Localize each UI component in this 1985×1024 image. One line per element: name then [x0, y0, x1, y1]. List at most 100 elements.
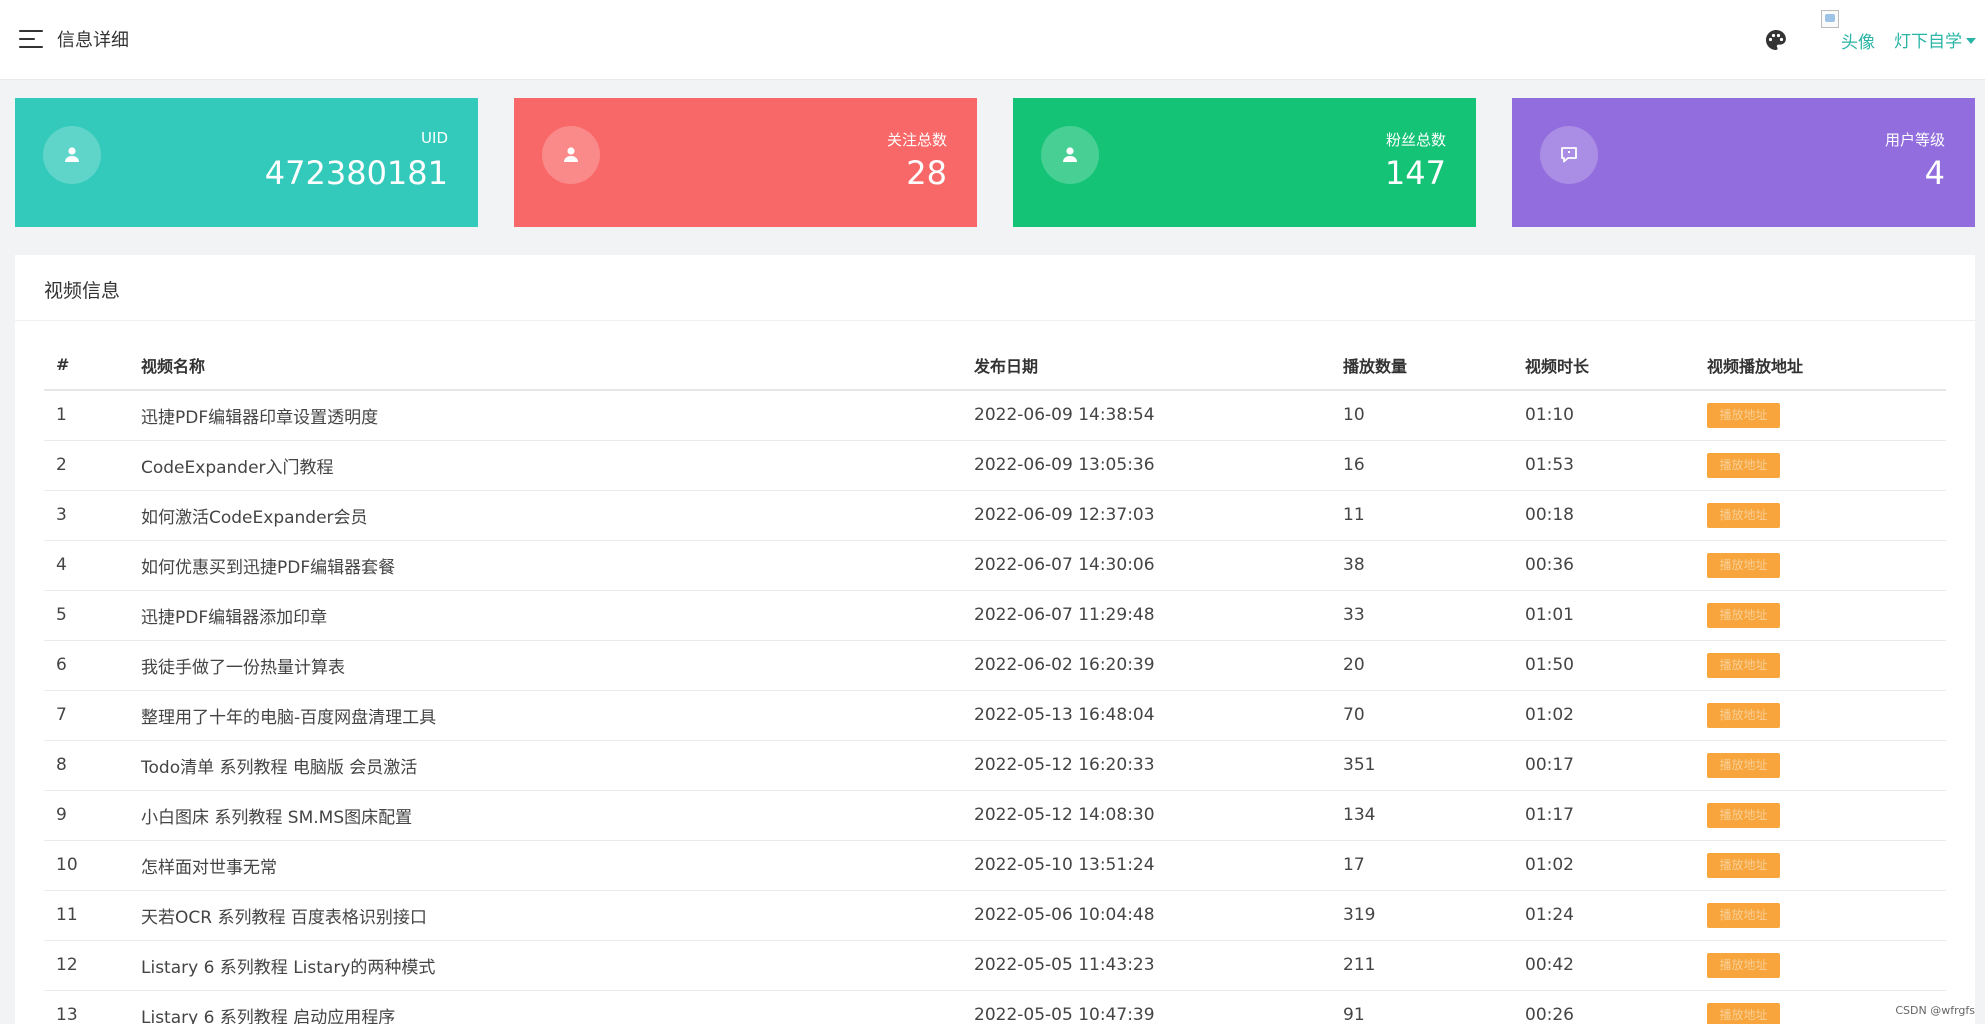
- avatar-alt-text: 头像: [1841, 33, 1875, 53]
- video-name: CodeExpander入门教程: [129, 440, 962, 491]
- table-row: 1 迅捷PDF编辑器印章设置透明度 2022-06-09 14:38:54 10…: [44, 390, 1946, 441]
- stat-value: 28: [906, 154, 947, 192]
- row-number: 6: [44, 640, 129, 691]
- palette-icon[interactable]: [1764, 28, 1788, 52]
- stat-value: 472380181: [264, 154, 448, 192]
- play-link-button[interactable]: 播放地址: [1707, 902, 1780, 928]
- publish-date: 2022-05-13 16:48:04: [962, 690, 1331, 741]
- play-count: 10: [1331, 390, 1513, 441]
- publish-date: 2022-05-06 10:04:48: [962, 890, 1331, 941]
- play-link-cell: 播放地址: [1695, 890, 1946, 941]
- table-row: 4 如何优惠买到迅捷PDF编辑器套餐 2022-06-07 14:30:06 3…: [44, 540, 1946, 591]
- video-table: # 视频名称 发布日期 播放数量 视频时长 视频播放地址 1 迅捷PDF编辑器印…: [44, 340, 1946, 1024]
- row-number: 12: [44, 940, 129, 991]
- publish-date: 2022-06-09 12:37:03: [962, 490, 1331, 541]
- play-count: 33: [1331, 590, 1513, 641]
- row-number: 13: [44, 990, 129, 1024]
- video-duration: 01:02: [1513, 840, 1695, 891]
- stat-label: 用户等级: [1884, 131, 1945, 149]
- play-link-cell: 播放地址: [1695, 490, 1946, 541]
- table-row: 8 Todo清单 系列教程 电脑版 会员激活 2022-05-12 16:20:…: [44, 740, 1946, 791]
- play-count: 134: [1331, 790, 1513, 841]
- publish-date: 2022-06-02 16:20:39: [962, 640, 1331, 691]
- video-duration: 01:53: [1513, 440, 1695, 491]
- play-link-cell: 播放地址: [1695, 640, 1946, 691]
- watermark: CSDN @wfrgfs: [1895, 1004, 1975, 1017]
- table-row: 7 整理用了十年的电脑-百度网盘清理工具 2022-05-13 16:48:04…: [44, 690, 1946, 741]
- play-count: 351: [1331, 740, 1513, 791]
- table-row: 11 天若OCR 系列教程 百度表格识别接口 2022-05-06 10:04:…: [44, 890, 1946, 941]
- video-name: 如何优惠买到迅捷PDF编辑器套餐: [129, 540, 962, 591]
- play-link-cell: 播放地址: [1695, 940, 1946, 991]
- play-link-cell: 播放地址: [1695, 590, 1946, 641]
- play-count: 211: [1331, 940, 1513, 991]
- play-count: 11: [1331, 490, 1513, 541]
- video-duration: 01:50: [1513, 640, 1695, 691]
- video-duration: 00:36: [1513, 540, 1695, 591]
- stat-card-following: 关注总数 28: [514, 98, 977, 227]
- row-number: 8: [44, 740, 129, 791]
- play-link-button[interactable]: 播放地址: [1707, 852, 1780, 878]
- video-duration: 00:17: [1513, 740, 1695, 791]
- publish-date: 2022-06-09 13:05:36: [962, 440, 1331, 491]
- row-number: 10: [44, 840, 129, 891]
- play-link-button[interactable]: 播放地址: [1707, 602, 1780, 628]
- stat-value: 147: [1384, 154, 1446, 192]
- table-row: 3 如何激活CodeExpander会员 2022-06-09 12:37:03…: [44, 490, 1946, 541]
- row-number: 11: [44, 890, 129, 941]
- play-link-button[interactable]: 播放地址: [1707, 502, 1780, 528]
- user-icon: [542, 126, 600, 184]
- play-link-cell: 播放地址: [1695, 440, 1946, 491]
- video-name: Listary 6 系列教程 Listary的两种模式: [129, 940, 962, 991]
- hamburger-menu-icon[interactable]: [19, 30, 43, 48]
- column-header: 视频播放地址: [1695, 340, 1946, 391]
- play-link-cell: 播放地址: [1695, 840, 1946, 891]
- play-link-button[interactable]: 播放地址: [1707, 802, 1780, 828]
- play-count: 91: [1331, 990, 1513, 1024]
- message-icon: [1540, 126, 1598, 184]
- video-name: 我徒手做了一份热量计算表: [129, 640, 962, 691]
- table-row: 2 CodeExpander入门教程 2022-06-09 13:05:36 1…: [44, 440, 1946, 491]
- play-count: 20: [1331, 640, 1513, 691]
- play-link-button[interactable]: 播放地址: [1707, 652, 1780, 678]
- publish-date: 2022-05-05 10:47:39: [962, 990, 1331, 1024]
- video-duration: 00:18: [1513, 490, 1695, 541]
- row-number: 1: [44, 390, 129, 441]
- page-title: 信息详细: [57, 30, 129, 51]
- video-name: 迅捷PDF编辑器印章设置透明度: [129, 390, 962, 441]
- divider: [15, 320, 1975, 321]
- stat-label: 关注总数: [886, 131, 947, 149]
- video-duration: 01:24: [1513, 890, 1695, 941]
- video-name: 迅捷PDF编辑器添加印章: [129, 590, 962, 641]
- video-duration: 01:01: [1513, 590, 1695, 641]
- video-duration: 00:26: [1513, 990, 1695, 1024]
- table-row: 10 怎样面对世事无常 2022-05-10 13:51:24 17 01:02…: [44, 840, 1946, 891]
- stat-label: 粉丝总数: [1385, 131, 1446, 149]
- video-duration: 01:10: [1513, 390, 1695, 441]
- play-link-button[interactable]: 播放地址: [1707, 702, 1780, 728]
- video-duration: 01:17: [1513, 790, 1695, 841]
- video-duration: 00:42: [1513, 940, 1695, 991]
- play-link-button[interactable]: 播放地址: [1707, 402, 1780, 428]
- column-header: 视频时长: [1513, 340, 1695, 391]
- table-row: 9 小白图床 系列教程 SM.MS图床配置 2022-05-12 14:08:3…: [44, 790, 1946, 841]
- play-link-cell: 播放地址: [1695, 540, 1946, 591]
- play-link-button[interactable]: 播放地址: [1707, 552, 1780, 578]
- row-number: 4: [44, 540, 129, 591]
- play-link-button[interactable]: 播放地址: [1707, 752, 1780, 778]
- play-link-cell: 播放地址: [1695, 740, 1946, 791]
- stat-label: UID: [421, 129, 448, 147]
- play-link-button[interactable]: 播放地址: [1707, 952, 1780, 978]
- video-duration: 01:02: [1513, 690, 1695, 741]
- publish-date: 2022-05-05 11:43:23: [962, 940, 1331, 991]
- user-icon: [43, 126, 101, 184]
- publish-date: 2022-05-12 14:08:30: [962, 790, 1331, 841]
- user-dropdown[interactable]: 灯下自学: [1894, 27, 1976, 52]
- play-count: 16: [1331, 440, 1513, 491]
- play-link-button[interactable]: 播放地址: [1707, 1002, 1780, 1024]
- broken-image-icon: [1821, 10, 1839, 28]
- play-link-button[interactable]: 播放地址: [1707, 452, 1780, 478]
- column-header: 发布日期: [962, 340, 1331, 391]
- stat-card-level: 用户等级 4: [1512, 98, 1975, 227]
- caret-down-icon: [1966, 38, 1976, 44]
